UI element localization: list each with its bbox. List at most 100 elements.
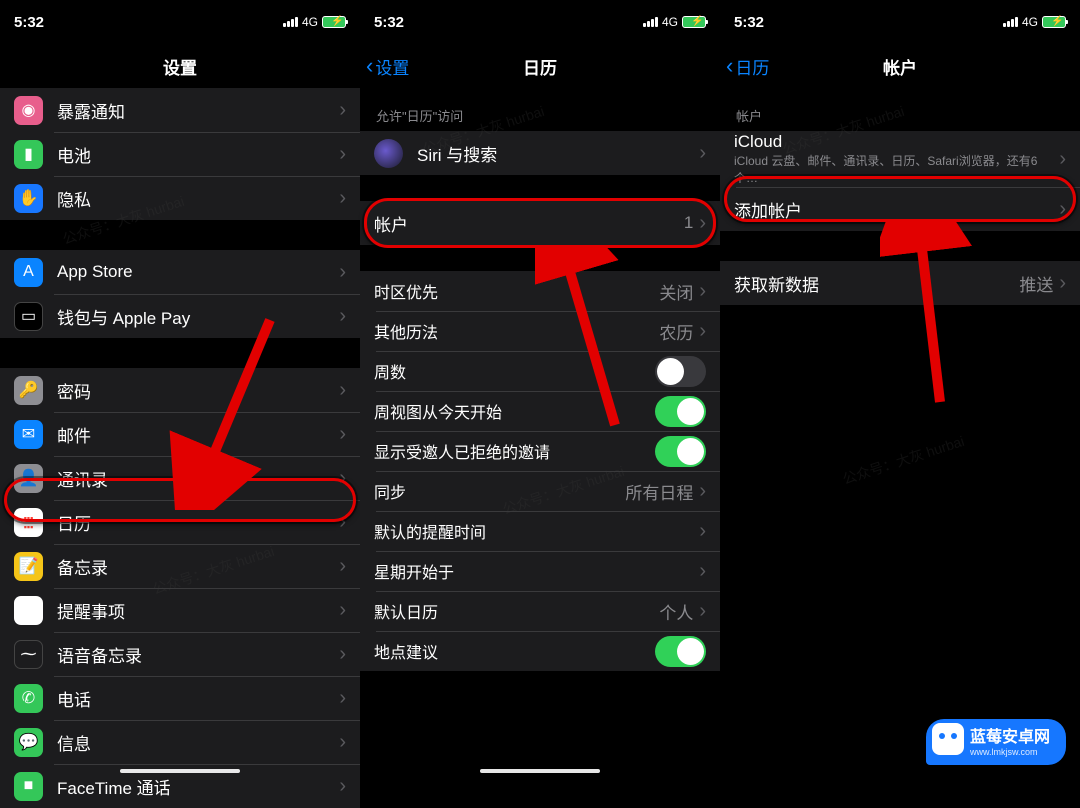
row-privacy[interactable]: ✋隐私› [0,176,360,220]
chevron-right-icon: › [339,731,346,754]
row-label: 时区优先 [374,279,659,303]
logo-url: www.lmkjsw.com [970,747,1050,757]
toggle-weeknum[interactable] [655,356,706,387]
row-label: 地点建议 [374,639,655,663]
wallet-icon: ▭ [14,302,43,331]
chevron-right-icon: › [699,520,706,543]
battery-icon: ⚡ [682,16,706,28]
back-button[interactable]: ‹ 日历 [726,54,769,79]
chevron-left-icon: ‹ [366,55,373,77]
row-label: 周数 [374,359,655,383]
row-sync[interactable]: 同步所有日程› [360,471,720,511]
row-phone[interactable]: ✆电话› [0,676,360,720]
chevron-right-icon: › [339,187,346,210]
privacy-icon: ✋ [14,184,43,213]
chevron-right-icon: › [699,280,706,303]
row-contacts[interactable]: 👤 通讯录› [0,456,360,500]
toggle-locsuggest[interactable] [655,636,706,667]
toggle-weekview[interactable] [655,396,706,427]
chevron-right-icon: › [699,600,706,623]
row-calendar[interactable]: ▪▪▪▪▪▪日历› [0,500,360,544]
row-altcal[interactable]: 其他历法农历› [360,311,720,351]
row-label: 电话 [57,686,339,711]
chevron-right-icon: › [1059,148,1066,171]
section-header-accounts: 帐户 [720,88,1080,131]
row-label: 默认的提醒时间 [374,519,699,543]
row-label: 添加帐户 [734,197,1059,222]
row-locsuggest[interactable]: 地点建议 [360,631,720,671]
row-label: Siri 与搜索 [417,141,699,166]
row-label: 获取新数据 [734,271,1019,296]
chevron-right-icon: › [339,775,346,798]
row-timezone[interactable]: 时区优先关闭› [360,271,720,311]
back-label: 日历 [735,54,769,79]
status-time: 5:32 [374,14,404,31]
row-mail[interactable]: ✉邮件› [0,412,360,456]
chevron-right-icon: › [699,560,706,583]
network-label: 4G [1022,15,1038,29]
row-label: 电池 [57,142,339,167]
chevron-right-icon: › [339,261,346,284]
chevron-right-icon: › [339,467,346,490]
row-label: 通讯录 [57,466,339,491]
chevron-left-icon: ‹ [726,55,733,77]
chevron-right-icon: › [699,142,706,165]
row-password[interactable]: 🔑密码› [0,368,360,412]
row-value: 个人 [659,599,693,624]
battery-icon: ▮ [14,140,43,169]
row-value: 农历 [659,319,693,344]
logo-title: 蓝莓安卓网 [970,729,1050,747]
chevron-right-icon: › [339,305,346,328]
chevron-right-icon: › [699,320,706,343]
contacts-icon: 👤 [14,464,43,493]
panel-accounts: 5:32 4G ⚡ ‹ 日历 帐户 帐户 iCloud iCloud 云盘、邮件… [720,0,1080,779]
home-indicator [120,769,240,773]
row-accounts[interactable]: 帐户 1 › [360,201,720,245]
chevron-right-icon: › [699,212,706,235]
row-weeknum[interactable]: 周数 [360,351,720,391]
chevron-right-icon: › [339,423,346,446]
row-label: 密码 [57,378,339,403]
chevron-right-icon: › [699,480,706,503]
back-button[interactable]: ‹ 设置 [366,54,409,79]
row-value: 1 [684,213,693,233]
row-defaultalert[interactable]: 默认的提醒时间› [360,511,720,551]
row-reminders[interactable]: ● 提醒事项› [0,588,360,632]
row-fetch-data[interactable]: 获取新数据 推送 › [720,261,1080,305]
row-weekstart[interactable]: 星期开始于› [360,551,720,591]
reminders-icon: ● [14,596,43,625]
voicememo-icon: ⁓ [14,640,43,669]
appstore-icon: A [14,258,43,287]
row-label: 提醒事项 [57,598,339,623]
row-label: 默认日历 [374,599,659,623]
row-notes[interactable]: 📝备忘录› [0,544,360,588]
row-battery[interactable]: ▮电池› [0,132,360,176]
row-messages[interactable]: 💬信息› [0,720,360,764]
toggle-declined[interactable] [655,436,706,467]
status-bar: 5:32 4G ⚡ [0,0,360,44]
row-add-account[interactable]: 添加帐户 › [720,187,1080,231]
row-voicememo[interactable]: ⁓语音备忘录› [0,632,360,676]
watermark: 公众号：大灰 hurbai [840,431,967,489]
status-bar: 5:32 4G ⚡ [360,0,720,44]
row-declined[interactable]: 显示受邀人已拒绝的邀请 [360,431,720,471]
row-appstore[interactable]: AApp Store› [0,250,360,294]
row-weekview[interactable]: 周视图从今天开始 [360,391,720,431]
row-wallet[interactable]: ▭ 钱包与 Apple Pay› [0,294,360,338]
exposure-icon: ◉ [14,96,43,125]
row-icloud-account[interactable]: iCloud iCloud 云盘、邮件、通讯录、日历、Safari浏览器，还有6… [720,131,1080,187]
row-exposure[interactable]: ◉暴露通知› [0,88,360,132]
row-label: 钱包与 Apple Pay [57,304,339,329]
chevron-right-icon: › [339,99,346,122]
notes-icon: 📝 [14,552,43,581]
facetime-icon: ■ [14,772,43,801]
nav-title: 帐户 [883,54,917,79]
panel-settings: 5:32 4G ⚡ 设置 ◉暴露通知›▮电池›✋隐私›AApp Store›▭钱… [0,0,360,779]
icloud-sub: iCloud 云盘、邮件、通讯录、日历、Safari浏览器，还有6个… [734,152,1059,186]
row-label: 语音备忘录 [57,642,339,667]
signal-icon [643,17,658,27]
chevron-right-icon: › [339,599,346,622]
row-defaultcal[interactable]: 默认日历个人 › [360,591,720,631]
signal-icon [283,17,298,27]
row-siri-search[interactable]: Siri 与搜索 › [360,131,720,175]
